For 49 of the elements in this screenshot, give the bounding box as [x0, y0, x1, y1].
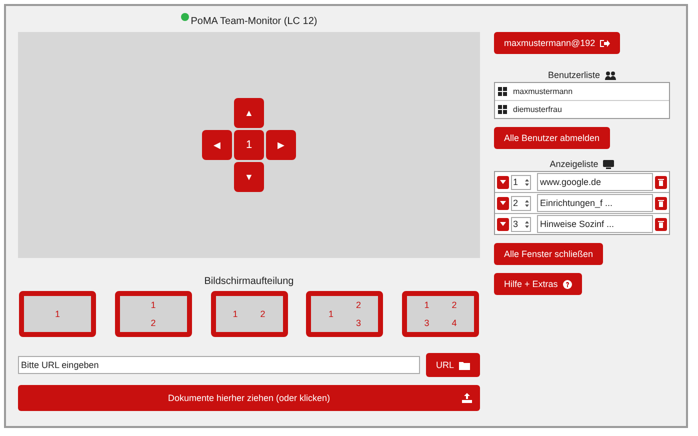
layout-heading: Bildschirmaufteilung — [203, 276, 295, 287]
windows-icon — [498, 105, 507, 114]
user-name: diemusterfrau — [513, 105, 562, 114]
close-all-windows-button[interactable]: Alle Fenster schließen — [494, 243, 604, 265]
caret-down-icon — [500, 222, 506, 226]
move-down-button[interactable] — [497, 176, 509, 188]
layout-option[interactable]: 1 2 — [210, 291, 288, 337]
url-field[interactable]: Bitte URL eingeben — [18, 356, 420, 374]
monitor-icon — [603, 160, 614, 168]
layout-option[interactable]: 1 — [19, 291, 96, 337]
user-name: maxmustermann — [513, 87, 573, 96]
display-title-field[interactable]: www.google.de — [537, 173, 653, 191]
left-button[interactable]: ◀ — [202, 130, 232, 160]
display-list-heading: Anzeigeliste — [550, 159, 598, 169]
move-down-button[interactable] — [497, 196, 509, 210]
delete-button[interactable] — [655, 196, 667, 210]
layout-option[interactable]: 1 2 — [114, 291, 192, 337]
screen-number-button[interactable]: 1 — [234, 130, 264, 160]
move-down-button[interactable] — [497, 218, 509, 230]
layout-option[interactable]: 1 2 3 — [306, 291, 384, 337]
help-icon — [562, 280, 572, 288]
monitor-title: PoMA Team-Monitor (LC 12) — [190, 16, 318, 26]
position-spinner[interactable]: 2 — [511, 196, 531, 210]
trash-icon — [658, 199, 664, 207]
help-button[interactable]: Hilfe + Extras — [494, 273, 582, 295]
trash-icon — [658, 178, 664, 186]
layout-option[interactable]: 1 3 2 4 — [402, 291, 479, 337]
display-title-field[interactable]: Einrichtungen_f ... — [537, 194, 653, 212]
delete-button[interactable] — [655, 176, 667, 188]
user-list-heading: Benutzerliste — [548, 70, 600, 80]
url-button[interactable]: URL — [426, 353, 480, 377]
position-spinner[interactable]: 3 — [511, 216, 531, 232]
logout-icon — [600, 38, 610, 48]
users-icon — [605, 70, 616, 80]
windows-icon — [498, 87, 507, 96]
caret-down-icon — [500, 201, 506, 205]
caret-down-icon — [500, 180, 506, 184]
upload-icon — [462, 393, 472, 403]
position-spinner[interactable]: 1 — [511, 174, 531, 190]
folder-icon — [459, 360, 470, 370]
down-button[interactable]: ▼ — [234, 162, 264, 192]
account-button[interactable]: maxmustermann@192 — [494, 32, 620, 54]
delete-button[interactable] — [655, 218, 667, 230]
right-button[interactable]: ▶ — [266, 130, 296, 160]
display-title-field[interactable]: Hinweise Sozinf ... — [537, 215, 653, 233]
trash-icon — [658, 220, 664, 228]
upload-button[interactable]: Dokumente hierher ziehen (oder klicken) — [18, 385, 480, 411]
logout-all-button[interactable]: Alle Benutzer abmelden — [494, 127, 610, 149]
up-button[interactable]: ▲ — [234, 98, 264, 128]
